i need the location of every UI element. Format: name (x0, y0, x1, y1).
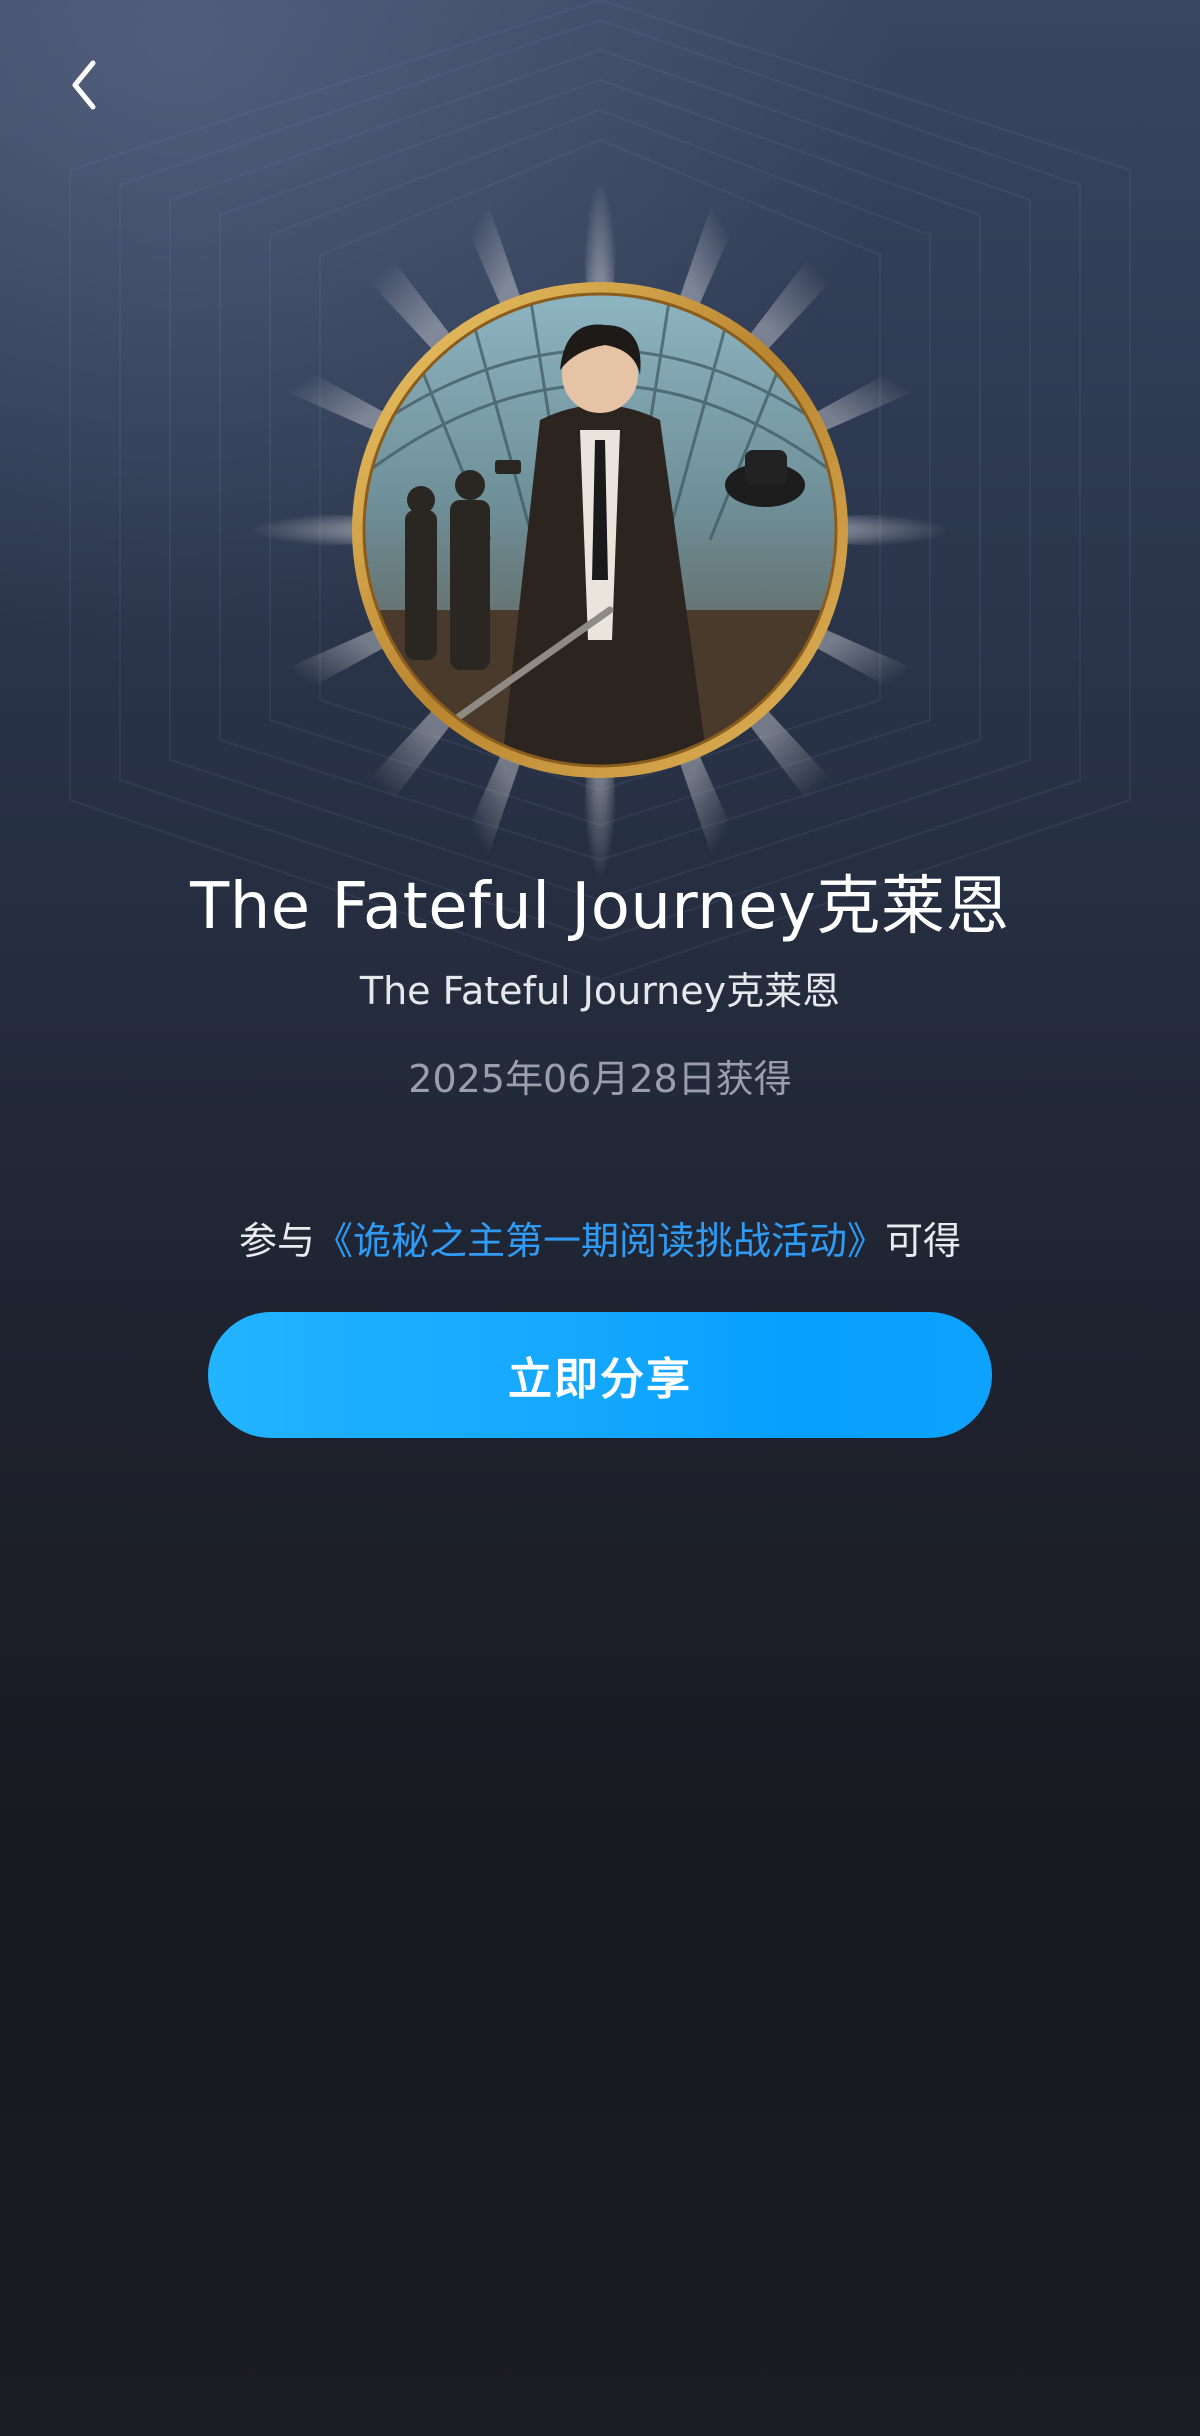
obtained-date: 2025年06月28日获得 (408, 1057, 792, 1101)
source-prefix: 参与 (238, 1219, 315, 1263)
badge-subtitle: The Fateful Journey克莱恩 (359, 969, 841, 1013)
badge-source-text: 参与《诡秘之主第一期阅读挑战活动》可得 (0, 1210, 1200, 1265)
back-button[interactable] (48, 50, 118, 120)
source-suffix: 可得 (885, 1219, 962, 1263)
share-button[interactable]: 立即分享 (208, 1312, 992, 1438)
badge-display (250, 180, 950, 880)
activity-link[interactable]: 《诡秘之主第一期阅读挑战活动》 (315, 1219, 885, 1263)
badge-medal-image (352, 282, 848, 778)
badge-title: The Fateful Journey克莱恩 (190, 870, 1010, 944)
chevron-left-icon (72, 60, 96, 110)
